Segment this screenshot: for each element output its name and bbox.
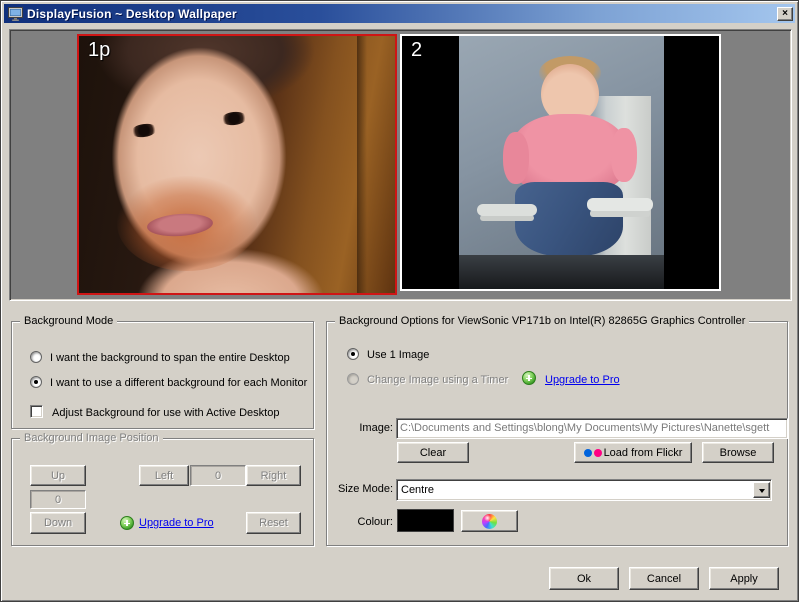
close-button[interactable]: × — [777, 7, 793, 21]
active-desktop-checkbox-label[interactable]: Adjust Background for use with Active De… — [52, 407, 279, 419]
span-desktop-radio[interactable] — [30, 351, 42, 363]
monitor-preview-panel: 1p 2 — [9, 29, 792, 301]
monitor-1-label: 1p — [88, 39, 110, 62]
span-desktop-radio-label[interactable]: I want the background to span the entire… — [50, 352, 290, 364]
background-mode-group: Background Mode I want the background to… — [11, 321, 314, 429]
horizontal-offset-field[interactable]: 0 — [190, 465, 246, 486]
position-reset-button[interactable]: Reset — [246, 512, 301, 534]
change-image-timer-radio-label: Change Image using a Timer — [367, 374, 508, 386]
ok-button[interactable]: Ok — [549, 567, 619, 590]
active-desktop-checkbox[interactable] — [30, 405, 43, 418]
chevron-down-icon — [759, 489, 765, 496]
colour-label: Colour: — [347, 516, 393, 528]
change-image-timer-radio[interactable] — [347, 373, 359, 385]
size-mode-value: Centre — [397, 484, 753, 496]
displayfusion-dialog: DisplayFusion ~ Desktop Wallpaper × 1p — [0, 0, 799, 602]
different-background-radio[interactable] — [30, 376, 42, 388]
background-options-title: Background Options for ViewSonic VP171b … — [335, 315, 749, 327]
size-mode-dropdown[interactable]: Centre — [396, 479, 772, 501]
position-down-button[interactable]: Down — [30, 512, 86, 534]
window-title: DisplayFusion ~ Desktop Wallpaper — [27, 7, 777, 21]
use-one-image-radio[interactable] — [347, 348, 359, 360]
vertical-offset-field[interactable]: 0 — [30, 490, 86, 509]
position-right-button[interactable]: Right — [246, 465, 301, 486]
colour-wheel-icon — [482, 514, 497, 529]
position-upgrade-link[interactable]: Upgrade to Pro — [139, 517, 214, 529]
image-path-value: C:\Documents and Settings\blong\My Docum… — [397, 419, 787, 434]
load-from-flickr-label: Load from Flickr — [604, 447, 683, 459]
background-options-group: Background Options for ViewSonic VP171b … — [326, 321, 788, 546]
use-one-image-radio-label[interactable]: Use 1 Image — [367, 349, 429, 361]
image-position-title: Background Image Position — [20, 432, 163, 444]
cancel-button[interactable]: Cancel — [629, 567, 699, 590]
clear-button[interactable]: Clear — [397, 442, 469, 463]
background-mode-title: Background Mode — [20, 315, 117, 327]
flickr-pink-dot-icon — [594, 449, 602, 457]
load-from-flickr-button[interactable]: Load from Flickr — [574, 442, 692, 463]
browse-button[interactable]: Browse — [702, 442, 774, 463]
colour-picker-button[interactable] — [461, 510, 518, 532]
monitor-1-wallpaper-image — [79, 36, 395, 293]
dropdown-arrow-button[interactable] — [753, 482, 770, 498]
apply-button[interactable]: Apply — [709, 567, 779, 590]
titlebar[interactable]: DisplayFusion ~ Desktop Wallpaper × — [4, 4, 795, 23]
options-upgrade-link[interactable]: Upgrade to Pro — [545, 374, 620, 386]
different-background-radio-label[interactable]: I want to use a different background for… — [50, 377, 307, 389]
monitor-icon — [8, 7, 23, 21]
image-path-label: Image: — [347, 422, 393, 434]
upgrade-plus-icon — [120, 516, 134, 530]
size-mode-label: Size Mode: — [335, 483, 393, 495]
upgrade-plus-icon — [522, 371, 536, 385]
monitor-2-label: 2 — [411, 39, 422, 62]
monitor-2-wallpaper-image — [459, 36, 664, 289]
position-left-button[interactable]: Left — [139, 465, 189, 486]
colour-swatch[interactable] — [397, 509, 454, 532]
image-position-group: Background Image Position Up Left 0 Righ… — [11, 438, 314, 546]
position-up-button[interactable]: Up — [30, 465, 86, 486]
monitor-1-preview[interactable]: 1p — [77, 34, 397, 295]
monitor-2-preview[interactable]: 2 — [400, 34, 721, 291]
flickr-blue-dot-icon — [584, 449, 592, 457]
image-path-field[interactable]: C:\Documents and Settings\blong\My Docum… — [396, 418, 788, 439]
